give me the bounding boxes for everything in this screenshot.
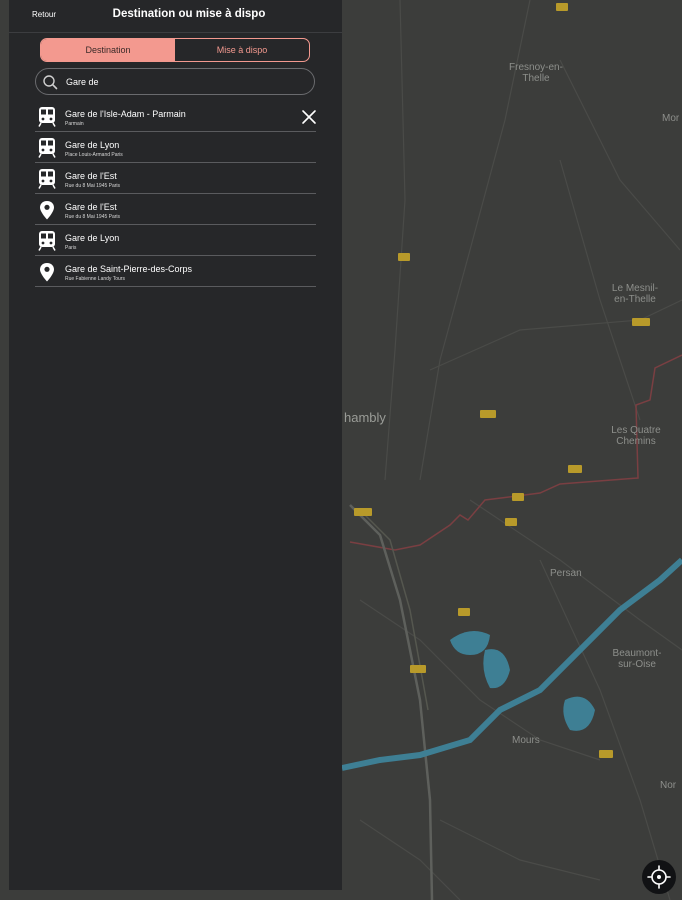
road-badge [512,493,524,501]
result-subtitle: Rue Fabienne Landy Tours [65,276,125,282]
header-divider [9,32,342,33]
list-item[interactable]: Gare de Lyon Paris [35,225,316,256]
road-badge [505,518,517,526]
map-place-label: Fresnoy-en-Thelle [509,62,563,84]
result-subtitle: Rue du 8 Mai 1945 Paris [65,183,121,189]
train-icon [38,231,56,251]
result-title: Gare de Saint-Pierre-des-Corps [65,264,193,274]
result-subtitle: Place Louis-Armand Paris [65,152,123,158]
road-badge [354,508,372,516]
map-place-label: Persan [550,568,582,579]
close-icon[interactable] [301,109,317,125]
result-title: Gare de l'Est [65,171,117,181]
panel-title: Destination ou mise à dispo [112,8,266,20]
list-item[interactable]: Gare de Saint-Pierre-des-Corps Rue Fabie… [35,256,316,287]
result-title: Gare de l'Est [65,202,117,212]
map-place-label: Mor [662,113,680,124]
result-subtitle: Paris [65,245,77,251]
list-item[interactable]: Gare de l'Isle-Adam - Parmain Parmain [35,101,316,132]
road-badge [632,318,650,326]
list-item[interactable]: Gare de l'Est Rue du 8 Mai 1945 Paris [35,194,316,225]
road-badge [568,465,582,473]
road-badge [480,410,496,418]
train-icon [38,107,56,127]
map-place-label: Les Quatre Chemins [611,425,661,447]
train-icon [38,169,56,189]
result-title: Gare de l'Isle-Adam - Parmain [65,109,186,119]
mode-segmented-control: Destination Mise à dispo [40,38,310,62]
tab-destination[interactable]: Destination [41,39,175,61]
location-pin-icon [38,262,56,282]
search-bar [35,68,315,95]
road-badge [599,750,613,758]
list-item[interactable]: Gare de l'Est Rue du 8 Mai 1945 Paris [35,163,316,194]
result-subtitle: Parmain [65,121,84,127]
result-title: Gare de Lyon [65,140,120,150]
map-place-label: Beaumont-sur-Oise [612,648,662,670]
train-icon [38,138,56,158]
result-title: Gare de Lyon [65,233,120,243]
back-button[interactable]: Retour [32,10,56,19]
map-place-label: Le Mesnil-en-Thelle [611,283,659,305]
road-badge [458,608,470,616]
road-badge [410,665,426,673]
road-badge [556,3,568,11]
locate-button[interactable] [642,860,676,894]
result-subtitle: Rue du 8 Mai 1945 Paris [65,214,121,220]
search-input[interactable] [66,74,296,90]
list-item[interactable]: Gare de Lyon Place Louis-Armand Paris [35,132,316,163]
road-badge [398,253,410,261]
results-list: Gare de l'Isle-Adam - Parmain Parmain Ga… [35,101,316,287]
location-pin-icon [38,200,56,220]
map-place-label: hambly [344,410,386,425]
map-place-label: Mours [512,735,540,746]
tab-mise-a-dispo[interactable]: Mise à dispo [175,39,309,61]
search-icon [42,74,58,90]
map-place-label: Nor [660,780,677,791]
search-panel: Retour Destination ou mise à dispo Desti… [9,0,342,890]
